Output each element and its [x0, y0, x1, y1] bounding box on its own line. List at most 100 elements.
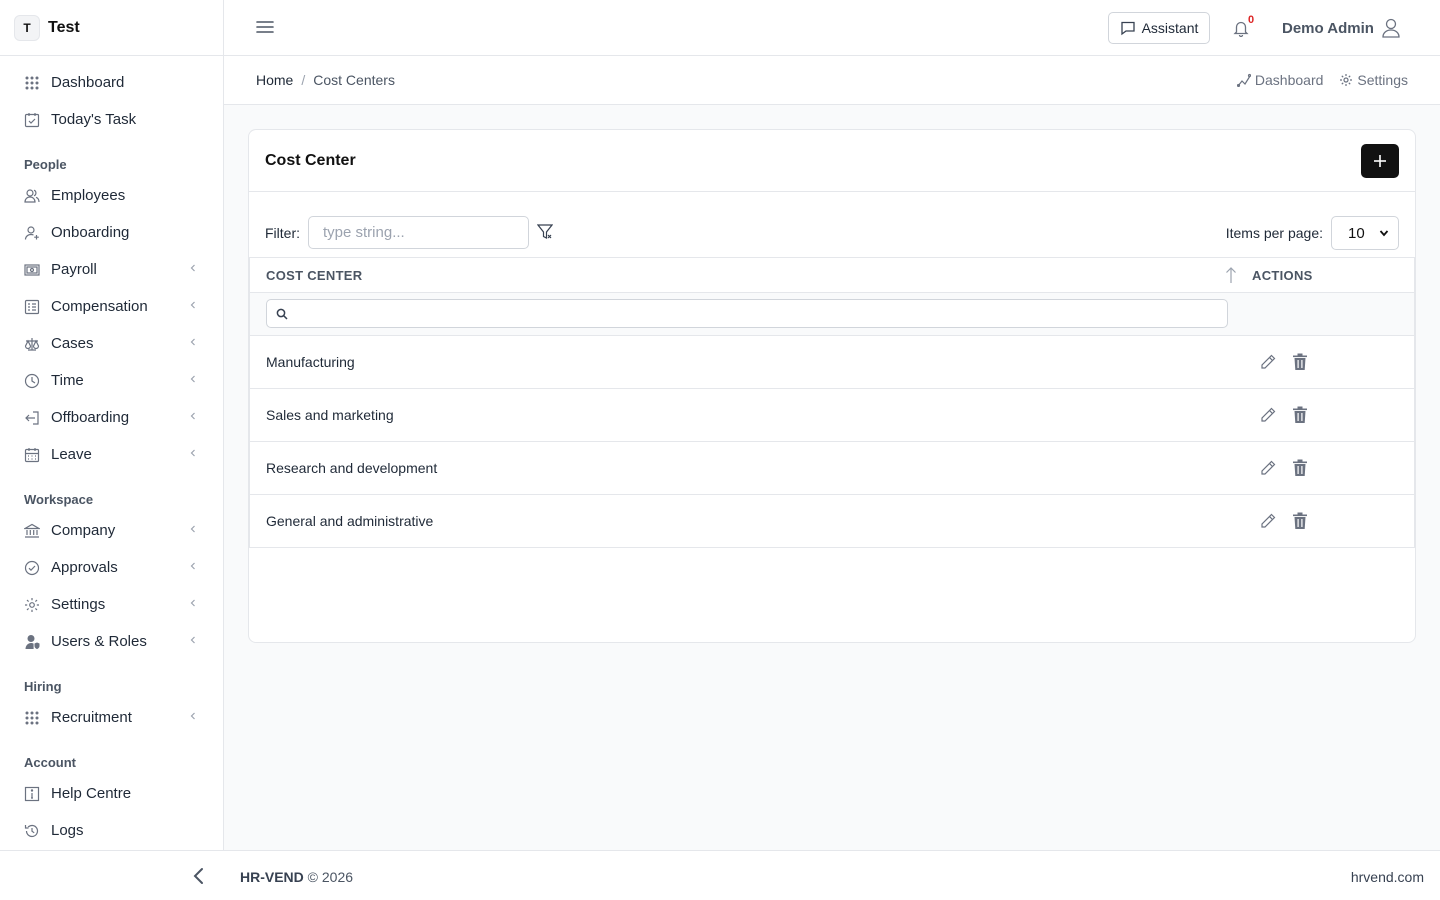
- edit-icon[interactable]: [1259, 459, 1277, 477]
- sidebar-nav: Dashboard Today's Task People Employees Onbo…: [0, 56, 223, 849]
- sidebar-item-compensation[interactable]: Compensation: [0, 288, 223, 325]
- footer-copyright: © 2026: [307, 869, 354, 885]
- quick-link-dashboard-label: Dashboard: [1254, 72, 1324, 88]
- topbar: Assistant 0 Demo Admin: [224, 0, 1440, 56]
- sidebar-item-label: Users & Roles: [51, 633, 147, 650]
- sidebar-item-label: Payroll: [51, 261, 97, 278]
- items-per-page-select[interactable]: 10: [1331, 216, 1399, 250]
- history-icon: [24, 823, 40, 839]
- exit-icon: [24, 410, 40, 426]
- sidebar-item-label: Logs: [51, 822, 84, 839]
- chevron-left-icon: [189, 375, 197, 386]
- bank-icon: [24, 523, 40, 539]
- sidebar-item-label: Leave: [51, 446, 92, 463]
- table-row: Manufacturing: [250, 336, 1414, 389]
- cost-center-name: Manufacturing: [266, 354, 355, 370]
- trash-icon[interactable]: [1292, 459, 1308, 477]
- sidebar-item-logs[interactable]: Logs: [0, 812, 223, 849]
- sidebar-item-users-and-roles[interactable]: Users & Roles: [0, 623, 223, 660]
- card-header: Cost Center: [249, 130, 1415, 192]
- sidebar-section-account: Account: [24, 755, 76, 770]
- chart-line-icon: [1236, 73, 1251, 87]
- sidebar-item-recruitment[interactable]: Recruitment: [0, 699, 223, 736]
- collapse-sidebar-icon[interactable]: [192, 867, 206, 885]
- chevron-left-icon: [189, 525, 197, 536]
- breadcrumb-bar: Home / Cost Centers Dashboard Settings: [224, 56, 1440, 105]
- assistant-label: Assistant: [1141, 20, 1199, 36]
- copyright: HR-VEND © 2026: [240, 869, 353, 885]
- trash-icon[interactable]: [1292, 353, 1308, 371]
- sidebar-item-today-s-task[interactable]: Today's Task: [0, 101, 223, 138]
- chevron-left-icon: [189, 636, 197, 647]
- user-icon[interactable]: [1382, 18, 1400, 38]
- items-per-page-value: 10: [1348, 224, 1365, 242]
- sidebar-item-company[interactable]: Company: [0, 512, 223, 549]
- cost-center-name: Research and development: [266, 460, 438, 476]
- table-row: Research and development: [250, 442, 1414, 495]
- table-row: General and administrative: [250, 495, 1414, 548]
- gear-icon: [24, 597, 40, 613]
- edit-icon[interactable]: [1259, 512, 1277, 530]
- add-cost-center-button[interactable]: [1361, 144, 1399, 178]
- sidebar-item-approvals[interactable]: Approvals: [0, 549, 223, 586]
- cost-center-card: Cost Center Filter: Items per page: 10 C…: [248, 129, 1416, 643]
- menu-icon[interactable]: [256, 18, 274, 36]
- items-per-page-label: Items per page:: [1225, 225, 1323, 241]
- user-name[interactable]: Demo Admin: [1282, 20, 1374, 37]
- calendar-check-icon: [24, 112, 40, 128]
- sidebar-item-time[interactable]: Time: [0, 362, 223, 399]
- quick-links: Dashboard Settings: [1236, 72, 1408, 88]
- sidebar-item-offboarding[interactable]: Offboarding: [0, 399, 223, 436]
- sidebar-item-payroll[interactable]: Payroll: [0, 251, 223, 288]
- footer-site-link[interactable]: hrvend.com: [1351, 869, 1424, 885]
- edit-icon[interactable]: [1259, 406, 1277, 424]
- sidebar-item-label: Approvals: [51, 559, 118, 576]
- quick-link-dashboard[interactable]: Dashboard: [1236, 72, 1324, 88]
- sidebar-item-leave[interactable]: Leave: [0, 436, 223, 473]
- quick-link-settings-label: Settings: [1357, 72, 1408, 88]
- user-shield-icon: [24, 634, 40, 650]
- notification-count: 0: [1248, 14, 1255, 26]
- sidebar-item-cases[interactable]: Cases: [0, 325, 223, 362]
- brand[interactable]: T Test: [0, 0, 223, 56]
- column-search-row: [250, 293, 1414, 336]
- chevron-left-icon: [189, 712, 197, 723]
- users-icon: [24, 188, 40, 204]
- sort-arrow-up-icon[interactable]: [1225, 266, 1237, 284]
- breadcrumb-current: Cost Centers: [313, 72, 395, 88]
- filter-label: Filter:: [265, 225, 300, 241]
- sidebar-item-label: Today's Task: [51, 111, 137, 128]
- sidebar-item-label: Offboarding: [51, 409, 130, 426]
- trash-icon[interactable]: [1292, 512, 1308, 530]
- sidebar-item-label: Settings: [51, 596, 106, 613]
- sidebar-item-dashboard[interactable]: Dashboard: [0, 64, 223, 101]
- quick-link-settings[interactable]: Settings: [1339, 72, 1408, 88]
- gear-icon: [1340, 74, 1353, 86]
- assistant-button[interactable]: Assistant: [1108, 12, 1210, 44]
- trash-icon[interactable]: [1292, 406, 1308, 424]
- list-icon: [24, 299, 40, 315]
- sidebar-section-people: People: [24, 157, 67, 172]
- chevron-left-icon: [189, 562, 197, 573]
- column-header-actions: ACTIONS: [1252, 268, 1313, 283]
- edit-icon[interactable]: [1259, 353, 1277, 371]
- sidebar-item-help-centre[interactable]: Help Centre: [0, 775, 223, 812]
- sidebar-item-settings[interactable]: Settings: [0, 586, 223, 623]
- user-plus-icon: [24, 225, 40, 241]
- sidebar-item-label: Recruitment: [51, 709, 132, 726]
- sidebar-item-employees[interactable]: Employees: [0, 177, 223, 214]
- breadcrumb-home[interactable]: Home: [256, 72, 293, 88]
- table-row: Sales and marketing: [250, 389, 1414, 442]
- clock-icon: [24, 373, 40, 389]
- column-header-cost-center[interactable]: COST CENTER: [266, 268, 362, 283]
- sidebar-item-label: Help Centre: [51, 785, 132, 802]
- calendar-icon: [24, 447, 40, 463]
- filter-input[interactable]: [308, 216, 529, 249]
- chevron-left-icon: [189, 599, 197, 610]
- cost-center-name: Sales and marketing: [266, 407, 394, 423]
- table-body: Manufacturing Sales and marketing Research…: [250, 336, 1414, 548]
- sidebar-item-label: Onboarding: [51, 224, 130, 241]
- filter-icon[interactable]: [537, 223, 553, 241]
- sidebar-item-onboarding[interactable]: Onboarding: [0, 214, 223, 251]
- column-search-input[interactable]: [266, 299, 1228, 328]
